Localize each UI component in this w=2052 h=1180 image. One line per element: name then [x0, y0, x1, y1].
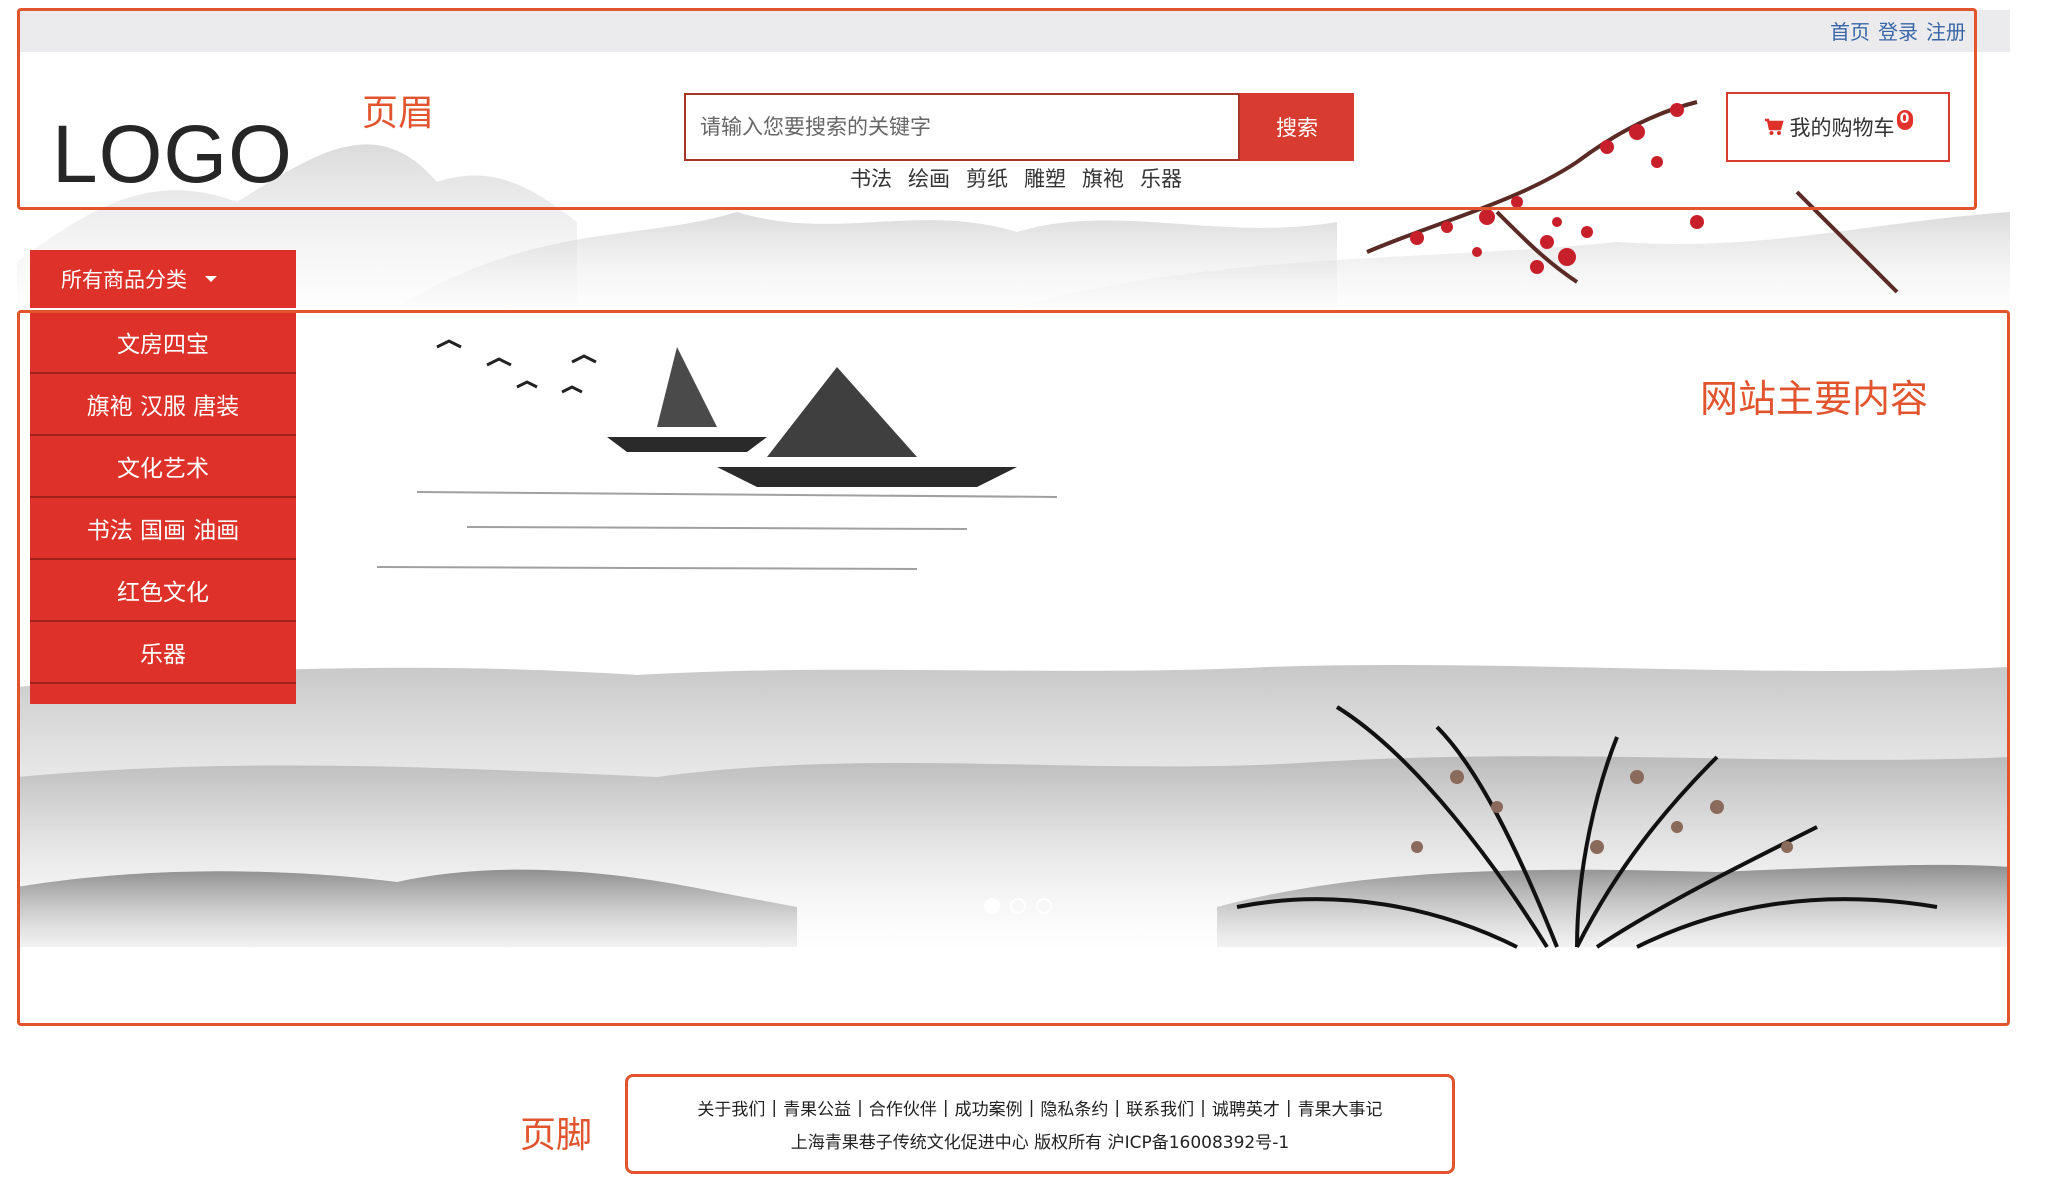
category-item[interactable]: 乐器: [30, 622, 296, 684]
footer-link[interactable]: 隐私条约: [1040, 1095, 1108, 1120]
category-item[interactable]: 红色文化: [30, 560, 296, 622]
footer-link[interactable]: 成功案例: [955, 1095, 1023, 1120]
separator: |: [857, 1097, 863, 1118]
category-menu: 文房四宝 旗袍 汉服 唐装 文化艺术 书法 国画 油画 红色文化 乐器: [30, 312, 296, 704]
category-item[interactable]: 文化艺术: [30, 436, 296, 498]
search-button[interactable]: 搜索: [1240, 93, 1354, 161]
category-item[interactable]: 旗袍 汉服 唐装: [30, 374, 296, 436]
separator: |: [771, 1097, 778, 1118]
category-title: 所有商品分类: [61, 268, 187, 292]
footer-annotation-label: 页脚: [520, 1115, 593, 1156]
footer-link[interactable]: 联系我们: [1126, 1095, 1194, 1120]
footer-link[interactable]: 关于我们: [697, 1095, 765, 1120]
carousel-dot[interactable]: [1036, 898, 1052, 914]
hot-keyword[interactable]: 乐器: [1140, 163, 1182, 193]
footer-links: 关于我们 | 青果公益 | 合作伙伴 | 成功案例 | 隐私条约 | 联系我们 | 诚聘英才…: [697, 1095, 1383, 1121]
separator: |: [1114, 1097, 1121, 1118]
footer-link[interactable]: 青果公益: [783, 1095, 851, 1120]
carousel-dot-active[interactable]: [984, 898, 1000, 914]
hot-keyword[interactable]: 雕塑: [1024, 163, 1066, 193]
top-nav: 首页 登录 注册: [1830, 16, 1966, 45]
separator: |: [942, 1097, 949, 1118]
cart-count-badge: 0: [1896, 110, 1913, 130]
cart-button[interactable]: 我的购物车 0: [1726, 92, 1950, 162]
carousel-dot[interactable]: [1010, 898, 1026, 914]
hot-keyword[interactable]: 书法: [850, 163, 892, 193]
separator: |: [1285, 1097, 1292, 1118]
hot-keyword[interactable]: 剪纸: [966, 163, 1008, 193]
footer: 关于我们 | 青果公益 | 合作伙伴 | 成功案例 | 隐私条约 | 联系我们 | 诚聘英才…: [628, 1077, 1452, 1171]
separator: |: [1200, 1097, 1206, 1118]
hot-keyword[interactable]: 绘画: [908, 163, 950, 193]
category-item[interactable]: 文房四宝: [30, 312, 296, 374]
carousel-indicators: [984, 898, 1052, 914]
footer-link[interactable]: 合作伙伴: [869, 1095, 937, 1120]
footer-link[interactable]: 诚聘英才: [1212, 1095, 1280, 1120]
top-bar: [17, 10, 2010, 52]
hot-keyword[interactable]: 旗袍: [1082, 163, 1124, 193]
main-annotation-label: 网站主要内容: [1700, 377, 1929, 421]
login-link[interactable]: 登录: [1878, 16, 1918, 45]
footer-link[interactable]: 青果大事记: [1298, 1095, 1383, 1120]
all-categories-dropdown[interactable]: 所有商品分类: [30, 250, 296, 308]
home-link[interactable]: 首页: [1830, 16, 1870, 45]
category-item[interactable]: 书法 国画 油画: [30, 498, 296, 560]
register-link[interactable]: 注册: [1926, 16, 1966, 45]
separator: |: [1028, 1097, 1035, 1118]
cart-label: 我的购物车: [1789, 116, 1895, 140]
cart-icon: [1764, 117, 1784, 137]
caret-down-icon: [205, 276, 217, 282]
logo[interactable]: LOGO: [52, 108, 293, 202]
hot-keywords: 书法 绘画 剪纸 雕塑 旗袍 乐器: [850, 163, 1182, 193]
search-input[interactable]: [684, 93, 1240, 161]
copyright-text: 上海青果巷子传统文化促进中心 版权所有 沪ICP备16008392号-1: [790, 1133, 1290, 1153]
header-annotation-label: 页眉: [362, 93, 435, 134]
